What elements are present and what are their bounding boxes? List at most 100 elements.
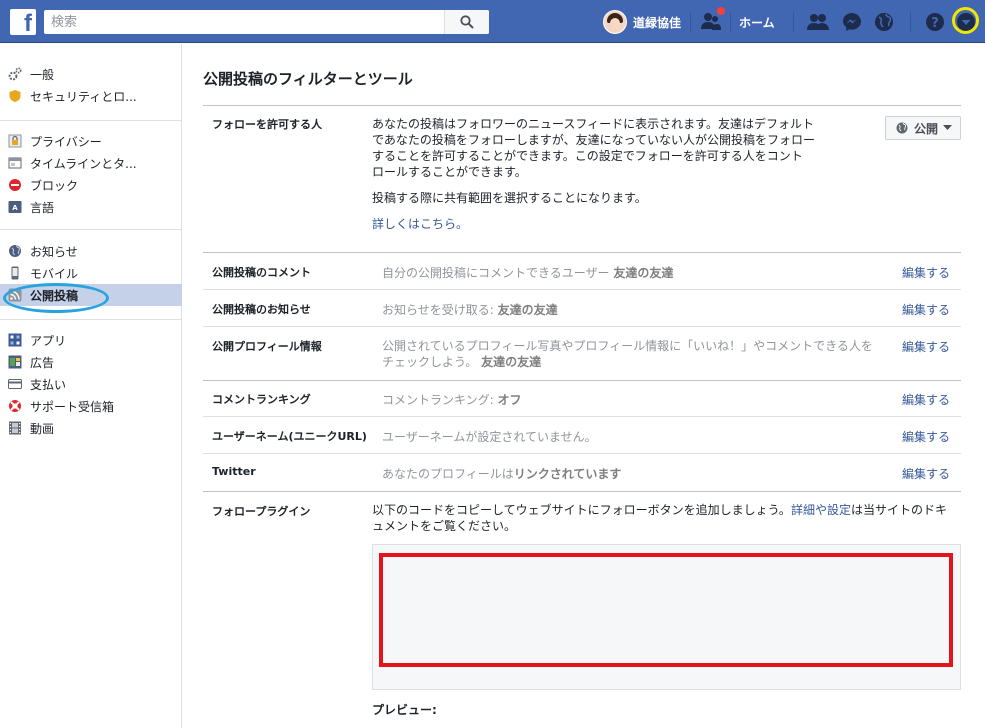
divider <box>910 12 911 32</box>
learn-more-link[interactable]: 詳しくはこちら。 <box>372 216 468 232</box>
friends-button[interactable] <box>806 10 830 34</box>
setting-value: リンクされています <box>513 467 622 481</box>
setting-value: オフ <box>497 393 522 407</box>
sidebar-item-label: タイムラインとタ... <box>30 156 137 171</box>
highlight-box <box>379 553 953 667</box>
follow-note: 投稿する際に共有範囲を選択することになります。 <box>372 191 647 205</box>
sidebar-item-label: 動画 <box>30 421 55 436</box>
setting-value-public-profile-info: 公開されているプロフィール写真やプロフィール情報に「いいね！」やコメントできる人… <box>382 338 873 370</box>
setting-label-comment-ranking: コメントランキング <box>212 393 311 406</box>
search-input[interactable] <box>44 10 444 34</box>
sidebar-item-support-inbox[interactable]: サポート受信箱 <box>0 395 182 417</box>
sidebar-item-payments[interactable]: 支払い <box>0 373 182 395</box>
follow-plugin-label: フォロープラグイン <box>212 505 311 518</box>
plugin-text: 以下のコードをコピーしてウェブサイトにフォローボタンを追加しましょう。 <box>372 503 791 517</box>
setting-label-public-profile-info: 公開プロフィール情報 <box>212 340 322 353</box>
shield-icon <box>8 89 22 103</box>
follow-plugin-line: 以下のコードをコピーしてウェブサイトにフォローボタンを追加しましょう。詳細や設定… <box>372 502 947 518</box>
sidebar-item-label: ブロック <box>30 178 79 193</box>
sidebar-item-timeline[interactable]: タイムラインとタ... <box>0 152 182 174</box>
divider <box>203 252 961 253</box>
setting-label-public-post-comments: 公開投稿のコメント <box>212 266 311 279</box>
follow-description-line: ロールすることができます。 <box>372 165 527 179</box>
setting-label-twitter: Twitter <box>212 465 256 478</box>
audience-selector-label: 公開 <box>914 121 939 136</box>
divider <box>203 289 961 290</box>
timeline-icon <box>8 156 22 170</box>
sidebar-item-label: セキュリティとロ... <box>30 89 137 104</box>
search-icon <box>460 15 474 29</box>
edit-button[interactable]: 編集する <box>902 428 950 445</box>
details-settings-link[interactable]: 詳細や設定 <box>791 503 851 517</box>
language-icon: A <box>8 200 22 214</box>
sidebar-item-label: サポート受信箱 <box>30 399 115 414</box>
setting-desc: お知らせを受け取る: <box>382 303 494 317</box>
edit-button[interactable]: 編集する <box>902 264 950 281</box>
setting-desc: チェックしよう。 <box>382 355 478 369</box>
search-button[interactable] <box>444 10 489 34</box>
sidebar-item-blocking[interactable]: ブロック <box>0 174 182 196</box>
highlight-ring <box>3 283 109 313</box>
sidebar-item-label: モバイル <box>30 266 79 281</box>
edit-button[interactable]: 編集する <box>902 465 950 482</box>
sidebar-item-apps[interactable]: アプリ <box>0 329 182 351</box>
main-content: 公開投稿のフィルターとツール フォローを許可する人 あなたの投稿はフォロワーのニ… <box>183 44 985 728</box>
sidebar-item-mobile[interactable]: モバイル <box>0 262 182 284</box>
block-icon <box>8 178 22 192</box>
sidebar-item-notifications[interactable]: お知らせ <box>0 240 182 262</box>
caret-down-icon <box>943 125 953 130</box>
edit-button[interactable]: 編集する <box>902 391 950 408</box>
divider <box>203 326 961 327</box>
audience-selector-button[interactable]: 公開 <box>885 116 961 140</box>
follow-description-line: であなたの投稿をフォローしますが、友達になっていない人が公開投稿をフォロー <box>372 133 816 147</box>
divider <box>203 453 961 454</box>
divider <box>203 416 961 417</box>
home-link[interactable]: ホーム <box>739 14 775 31</box>
setting-value: 友達の友達 <box>613 266 674 280</box>
setting-label-public-post-notifications: 公開投稿のお知らせ <box>212 303 311 316</box>
svg-text:?: ? <box>931 16 939 31</box>
svg-text:A: A <box>12 204 18 212</box>
sidebar-group: アプリ 広告 支払い サポート受信箱 動画 <box>0 329 182 439</box>
settings-sidebar: 一般 セキュリティとロ... プライバシー タイムラインとタ... ブロック A… <box>0 44 182 728</box>
help-button[interactable]: ? <box>923 10 947 34</box>
sidebar-item-language[interactable]: A 言語 <box>0 196 182 218</box>
profile-name: 道緑協佳 <box>633 15 682 30</box>
setting-desc: コメントランキング: <box>382 393 494 407</box>
notification-dot <box>716 6 726 16</box>
edit-button[interactable]: 編集する <box>902 301 950 318</box>
sidebar-item-label: プライバシー <box>30 134 102 149</box>
sidebar-item-ads[interactable]: 広告 <box>0 351 182 373</box>
friends-icon <box>807 14 829 30</box>
sidebar-item-general[interactable]: 一般 <box>0 63 182 85</box>
setting-value-username: ユーザーネームが設定されていません。 <box>382 428 597 445</box>
sidebar-item-security[interactable]: セキュリティとロ... <box>0 85 182 107</box>
divider <box>203 380 961 381</box>
apps-icon <box>8 333 22 347</box>
divider <box>793 12 794 32</box>
page-title: 公開投稿のフィルターとツール <box>203 70 413 88</box>
follow-setting-label: フォローを許可する人 <box>212 118 322 131</box>
globe-icon <box>875 13 893 31</box>
facebook-logo[interactable]: f <box>10 9 36 35</box>
sidebar-item-label: お知らせ <box>30 244 78 259</box>
setting-desc-line: チェックしよう。 友達の友達 <box>382 354 873 370</box>
ads-icon <box>8 355 22 369</box>
search-box <box>44 10 489 34</box>
setting-value-public-post-comments: 自分の公開投稿にコメントできるユーザー 友達の友達 <box>382 264 673 281</box>
divider <box>690 12 691 32</box>
setting-desc: あなたのプロフィールは <box>382 467 514 481</box>
edit-button[interactable]: 編集する <box>902 338 950 355</box>
sidebar-group: 一般 セキュリティとロ... <box>0 63 182 107</box>
setting-value: 友達の友達 <box>497 303 558 317</box>
notifications-button[interactable] <box>872 10 896 34</box>
sidebar-item-label: アプリ <box>30 333 67 348</box>
setting-value: 友達の友達 <box>481 355 542 369</box>
messenger-button[interactable] <box>840 10 864 34</box>
setting-label-username: ユーザーネーム(ユニークURL) <box>212 430 367 443</box>
divider <box>0 319 182 320</box>
top-bar: f 道緑協佳 ホーム ? <box>0 0 985 43</box>
sidebar-item-videos[interactable]: 動画 <box>0 417 182 439</box>
sidebar-item-privacy[interactable]: プライバシー <box>0 130 182 152</box>
profile-link[interactable]: 道緑協佳 <box>603 9 681 35</box>
